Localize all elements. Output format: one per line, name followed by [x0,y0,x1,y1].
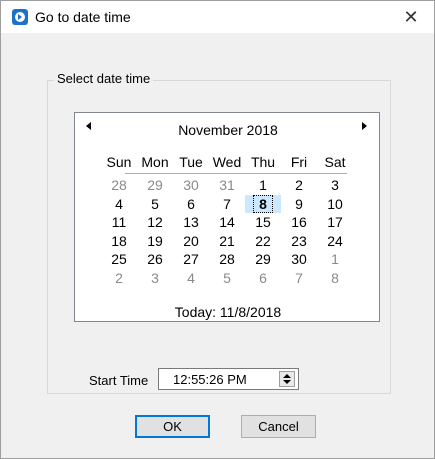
day-cell[interactable]: 1 [317,250,353,268]
day-cell[interactable]: 9 [281,195,317,213]
day-cell[interactable]: 15 [245,213,281,231]
time-spinner[interactable] [279,371,295,387]
day-cell[interactable]: 30 [281,250,317,268]
day-cell[interactable]: 25 [101,250,137,268]
cancel-button[interactable]: Cancel [241,415,316,438]
weekday-label: Sat [324,154,346,170]
weekday-label: Mon [141,154,169,170]
day-cell[interactable]: 22 [245,232,281,250]
day-cell[interactable]: 3 [137,269,173,287]
day-cell[interactable]: 13 [173,213,209,231]
spin-down-icon[interactable] [283,380,291,384]
day-cell[interactable]: 26 [137,250,173,268]
day-cell[interactable]: 7 [209,195,245,213]
day-cell[interactable]: 18 [101,232,137,250]
day-cell[interactable]: 5 [209,269,245,287]
weekday-label: Fri [290,154,308,170]
group-label: Select date time [54,71,154,86]
app-play-icon [12,9,28,25]
day-cell[interactable]: 5 [137,195,173,213]
close-button[interactable]: ✕ [388,1,434,33]
next-month-arrow-icon[interactable] [362,122,367,130]
day-cell[interactable]: 31 [209,176,245,194]
day-cell[interactable]: 8 [317,269,353,287]
day-cell[interactable]: 21 [209,232,245,250]
day-cell[interactable]: 11 [101,213,137,231]
day-cell[interactable]: 6 [245,269,281,287]
day-cell[interactable]: 28 [209,250,245,268]
day-cell[interactable]: 20 [173,232,209,250]
day-cell[interactable]: 2 [281,176,317,194]
day-cell[interactable]: 27 [173,250,209,268]
day-cell[interactable]: 4 [173,269,209,287]
title-bar: Go to date time ✕ [1,1,434,33]
ok-button[interactable]: OK [135,415,210,438]
start-time-value[interactable]: 12:55:26 PM [173,372,247,387]
weekday-label: Wed [212,154,242,170]
month-title[interactable]: November 2018 [75,122,381,138]
day-cell[interactable]: 23 [281,232,317,250]
day-cell[interactable]: 30 [173,176,209,194]
month-calendar[interactable]: November 2018 Sun Mon Tue Wed Thu Fri Sat 28 29… [74,112,380,322]
weekday-label: Tue [179,154,203,170]
day-cell[interactable]: 14 [209,213,245,231]
weekday-label: Thu [250,154,276,170]
day-cell[interactable]: 4 [101,195,137,213]
day-cell[interactable]: 6 [173,195,209,213]
weekday-divider [125,173,347,174]
today-link[interactable]: Today: 11/8/2018 [75,304,381,320]
day-cell[interactable]: 16 [281,213,317,231]
day-cell[interactable]: 29 [137,176,173,194]
weekday-label: Sun [106,154,132,170]
spin-up-icon[interactable] [283,374,291,378]
day-cell[interactable]: 24 [317,232,353,250]
day-cell[interactable]: 29 [245,250,281,268]
day-cell[interactable]: 12 [137,213,173,231]
start-time-label: Start Time [89,373,149,388]
day-cell[interactable]: 28 [101,176,137,194]
weekday-header: Sun Mon Tue Wed Thu Fri Sat [83,154,371,172]
start-time-picker[interactable]: 12:55:26 PM [158,368,299,390]
selected-day-cell[interactable]: 8 [245,195,281,213]
day-cell[interactable]: 19 [137,232,173,250]
day-cell[interactable]: 2 [101,269,137,287]
day-cell[interactable]: 3 [317,176,353,194]
day-cell[interactable]: 10 [317,195,353,213]
window-title: Go to date time [35,9,131,25]
go-to-date-time-dialog: Go to date time ✕ Select date time Novem… [0,0,435,459]
day-cell[interactable]: 1 [245,176,281,194]
day-cell[interactable]: 7 [281,269,317,287]
day-cell[interactable]: 17 [317,213,353,231]
